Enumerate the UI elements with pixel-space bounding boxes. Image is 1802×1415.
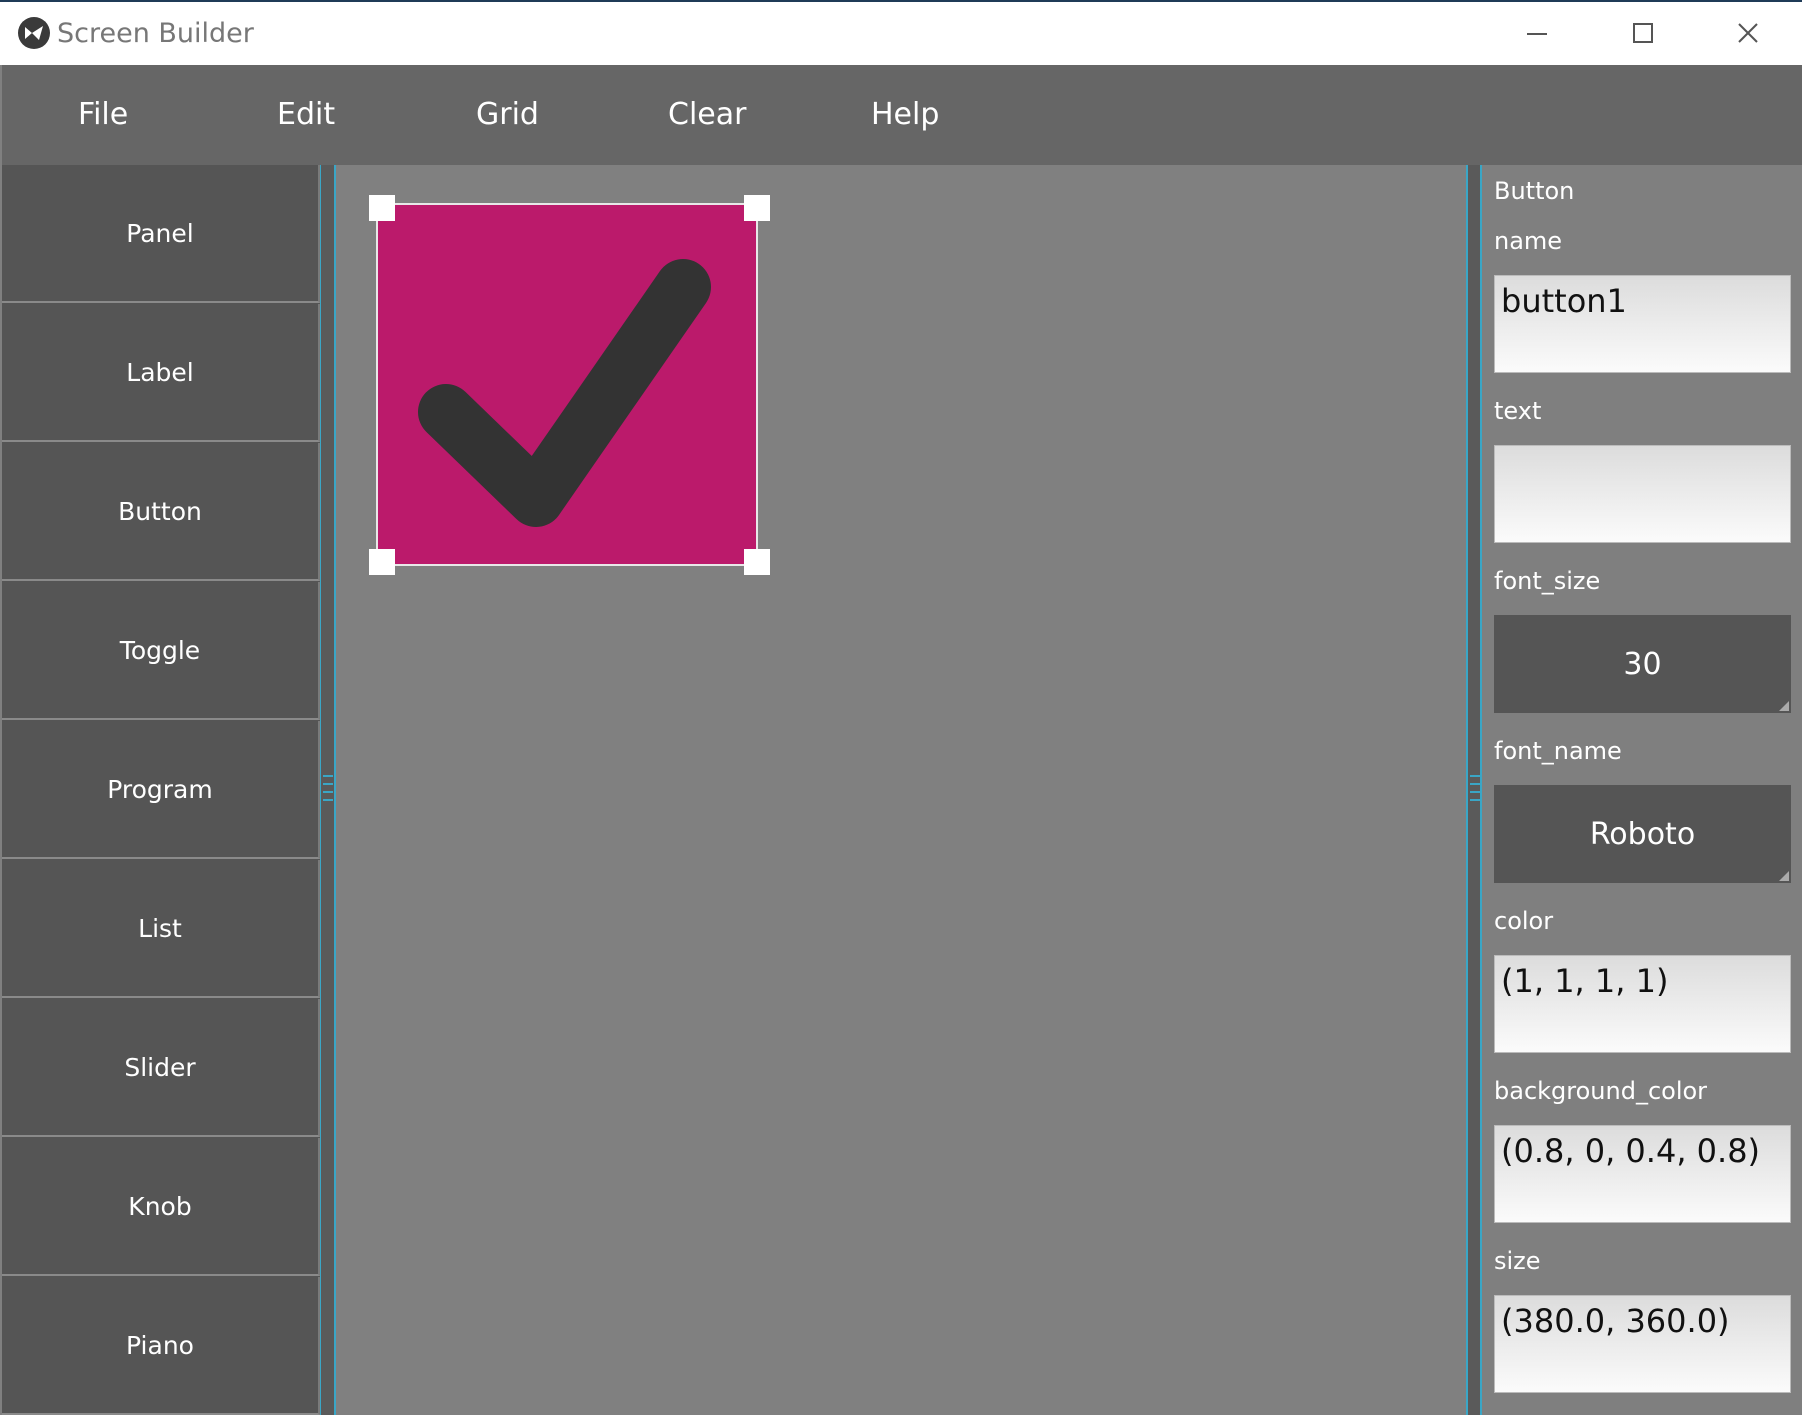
color-field[interactable]: (1, 1, 1, 1) [1494,955,1791,1053]
color-label: color [1494,907,1554,935]
properties-panel: Button name button1 text font_size 30 fo… [1482,165,1802,1415]
resize-handle-top-left[interactable] [369,195,395,221]
splitter-grip [1470,775,1480,777]
menu-grid[interactable]: Grid [476,97,539,132]
resize-handle-top-right[interactable] [744,195,770,221]
size-label: size [1494,1247,1541,1275]
resize-handle-bottom-left[interactable] [369,549,395,575]
title-bar: Screen Builder [0,0,1802,65]
maximize-icon[interactable] [1619,16,1667,52]
palette-list-button[interactable]: List [2,860,320,998]
palette-piano-button[interactable]: Piano [2,1277,320,1415]
font-size-label: font_size [1494,567,1601,595]
font-size-value: 30 [1623,646,1662,682]
menu-help[interactable]: Help [871,97,939,132]
left-splitter[interactable] [320,165,336,1415]
app-logo-icon [18,17,50,49]
menu-clear[interactable]: Clear [668,97,746,132]
splitter-grip [1470,783,1480,785]
dropdown-corner-icon [1779,701,1789,711]
menu-edit[interactable]: Edit [277,97,335,132]
dropdown-corner-icon [1779,871,1789,881]
right-splitter[interactable] [1466,165,1482,1415]
palette-knob-button[interactable]: Knob [2,1138,320,1276]
window-title: Screen Builder [57,18,254,49]
background-color-field[interactable]: (0.8, 0, 0.4, 0.8) [1494,1125,1791,1223]
palette-label-button[interactable]: Label [2,304,320,442]
design-canvas[interactable] [336,165,1466,1415]
widget-palette: Panel Label Button Toggle Program List S… [2,165,320,1415]
properties-header: Button [1494,177,1575,205]
checkmark-icon [418,259,711,527]
splitter-grip [323,799,333,801]
palette-button-button[interactable]: Button [2,443,320,581]
palette-toggle-button[interactable]: Toggle [2,582,320,720]
text-label: text [1494,397,1542,425]
palette-panel-button[interactable]: Panel [2,165,320,303]
close-icon[interactable] [1724,16,1772,52]
splitter-grip [323,783,333,785]
palette-slider-button[interactable]: Slider [2,999,320,1137]
resize-handle-bottom-right[interactable] [744,549,770,575]
text-field[interactable] [1494,445,1791,543]
font-name-value: Roboto [1589,816,1696,852]
minimize-icon[interactable] [1513,16,1561,52]
splitter-grip [323,775,333,777]
font-name-dropdown[interactable]: Roboto [1494,785,1791,883]
splitter-grip [323,791,333,793]
selected-button-widget[interactable] [376,203,758,566]
menu-bar: File Edit Grid Clear Help [2,65,1802,165]
background-color-label: background_color [1494,1077,1708,1105]
menu-file[interactable]: File [78,97,128,132]
splitter-grip [1470,799,1480,801]
name-field[interactable]: button1 [1494,275,1791,373]
font-name-label: font_name [1494,737,1622,765]
font-size-dropdown[interactable]: 30 [1494,615,1791,713]
name-label: name [1494,227,1563,255]
palette-program-button[interactable]: Program [2,721,320,859]
splitter-grip [1470,791,1480,793]
size-field[interactable]: (380.0, 360.0) [1494,1295,1791,1393]
